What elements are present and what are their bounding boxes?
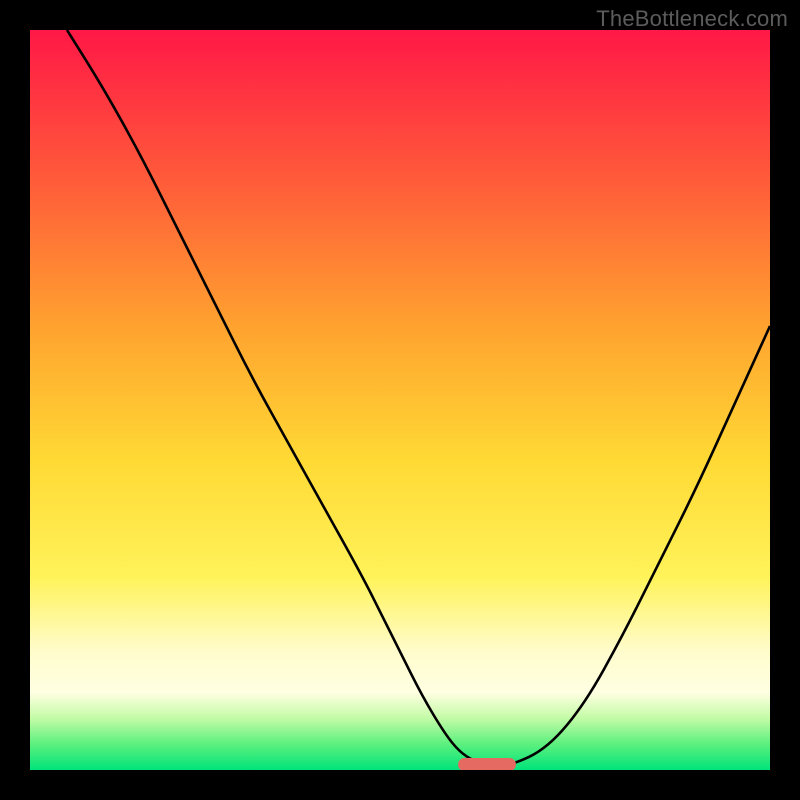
bottleneck-curve <box>30 30 770 770</box>
chart-frame: TheBottleneck.com <box>0 0 800 800</box>
watermark-text: TheBottleneck.com <box>596 6 788 32</box>
optimal-range-marker <box>458 758 516 770</box>
curve-path <box>67 30 770 766</box>
plot-area <box>30 30 770 770</box>
